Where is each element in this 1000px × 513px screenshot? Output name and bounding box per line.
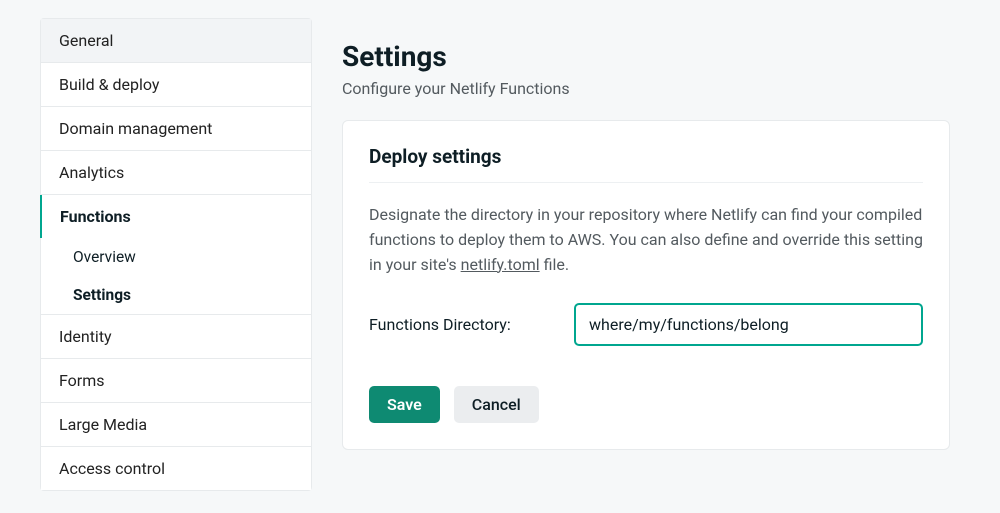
sidebar-item-functions[interactable]: Functions: [40, 195, 311, 238]
card-description: Designate the directory in your reposito…: [369, 203, 923, 277]
functions-directory-row: Functions Directory:: [369, 303, 923, 346]
sidebar-subitem-settings[interactable]: Settings: [41, 276, 311, 314]
netlify-toml-link[interactable]: netlify.toml: [461, 255, 540, 274]
cancel-button[interactable]: Cancel: [454, 386, 539, 423]
sidebar-item-domain-management[interactable]: Domain management: [41, 107, 311, 151]
sidebar-group-functions: Functions Overview Settings: [41, 195, 311, 315]
card-desc-pre: Designate the directory in your reposito…: [369, 205, 923, 274]
sidebar-item-analytics[interactable]: Analytics: [41, 151, 311, 195]
sidebar-item-forms[interactable]: Forms: [41, 359, 311, 403]
sidebar-item-general[interactable]: General: [41, 19, 311, 63]
save-button[interactable]: Save: [369, 386, 440, 423]
card-title: Deploy settings: [369, 145, 923, 183]
functions-directory-input[interactable]: [574, 303, 923, 346]
settings-sidebar: General Build & deploy Domain management…: [40, 18, 312, 491]
card-desc-post: file.: [540, 255, 569, 274]
sidebar-item-large-media[interactable]: Large Media: [41, 403, 311, 447]
sidebar-item-identity[interactable]: Identity: [41, 315, 311, 359]
sidebar-item-access-control[interactable]: Access control: [41, 447, 311, 490]
sidebar-item-build-deploy[interactable]: Build & deploy: [41, 63, 311, 107]
page-title: Settings: [342, 40, 950, 73]
page-subtitle: Configure your Netlify Functions: [342, 79, 950, 98]
button-row: Save Cancel: [369, 386, 923, 423]
sidebar-subitem-overview[interactable]: Overview: [41, 238, 311, 276]
deploy-settings-card: Deploy settings Designate the directory …: [342, 120, 950, 450]
functions-directory-label: Functions Directory:: [369, 315, 544, 334]
main-content: Settings Configure your Netlify Function…: [342, 18, 960, 491]
